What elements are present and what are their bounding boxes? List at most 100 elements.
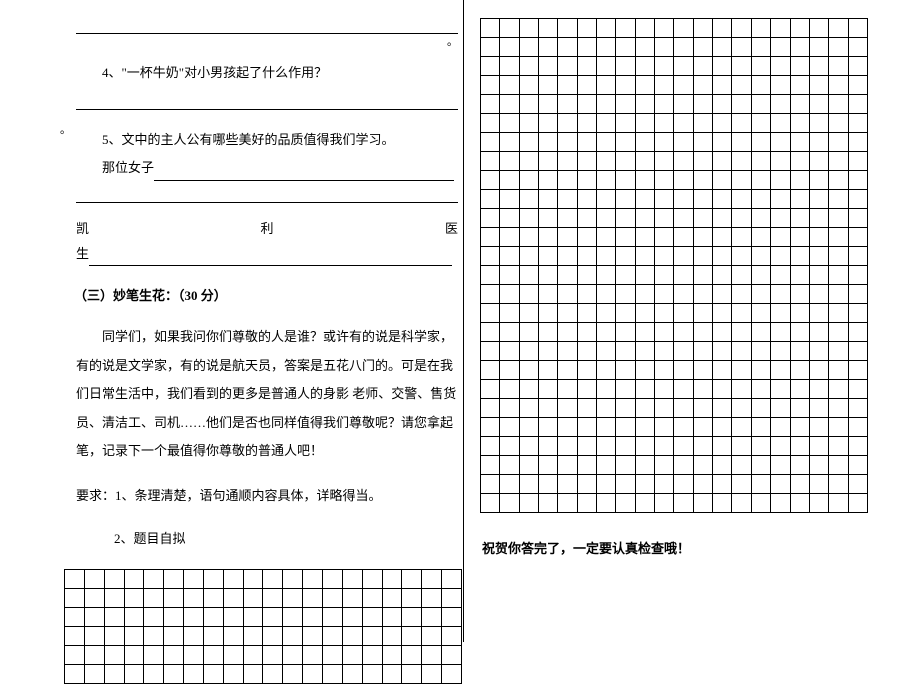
grid-cell [809, 342, 828, 361]
grid-cell [635, 171, 654, 190]
grid-cell [577, 228, 596, 247]
grid-cell [616, 171, 635, 190]
grid-cell [809, 437, 828, 456]
grid-cell [597, 456, 616, 475]
grid-cell [577, 304, 596, 323]
grid-cell [848, 190, 867, 209]
grid-cell [558, 57, 577, 76]
grid-cell [124, 646, 144, 665]
grid-cell [655, 399, 674, 418]
grid-cell [539, 152, 558, 171]
grid-cell [732, 57, 751, 76]
grid-cell [751, 209, 770, 228]
grid-cell [322, 646, 342, 665]
grid-cell [539, 133, 558, 152]
grid-cell [519, 266, 538, 285]
grid-cell [829, 171, 848, 190]
grid-cell [539, 228, 558, 247]
grid-cell [616, 456, 635, 475]
grid-cell [674, 19, 693, 38]
grid-cell [481, 285, 500, 304]
grid-cell [848, 342, 867, 361]
grid-cell [713, 494, 732, 513]
grid-cell [732, 76, 751, 95]
grid-cell [848, 57, 867, 76]
grid-cell [519, 190, 538, 209]
grid-cell [243, 570, 263, 589]
grid-cell [558, 133, 577, 152]
grid-cell [283, 665, 303, 684]
grid-cell [481, 133, 500, 152]
grid-cell [790, 228, 809, 247]
grid-cell [616, 57, 635, 76]
grid-cell [481, 380, 500, 399]
center-divider [463, 0, 464, 642]
grid-cell [519, 494, 538, 513]
grid-cell [500, 456, 519, 475]
grid-cell [500, 76, 519, 95]
grid-cell [771, 57, 790, 76]
grid-cell [674, 342, 693, 361]
grid-cell [829, 399, 848, 418]
writing-grid-right [480, 18, 868, 513]
grid-cell [809, 456, 828, 475]
grid-cell [693, 57, 712, 76]
grid-cell [790, 76, 809, 95]
grid-cell [342, 646, 362, 665]
grid-cell [655, 304, 674, 323]
grid-cell [674, 171, 693, 190]
grid-cell [84, 665, 104, 684]
grid-cell [442, 627, 462, 646]
grid-cell [519, 285, 538, 304]
grid-cell [829, 437, 848, 456]
grid-cell [442, 646, 462, 665]
grid-cell [577, 19, 596, 38]
grid-cell [223, 570, 243, 589]
grid-cell [809, 304, 828, 323]
grid-cell [362, 608, 382, 627]
grid-cell [577, 190, 596, 209]
grid-cell [442, 570, 462, 589]
grid-cell [616, 114, 635, 133]
grid-cell [283, 627, 303, 646]
grid-cell [422, 570, 442, 589]
grid-cell [263, 589, 283, 608]
grid-cell [790, 399, 809, 418]
grid-cell [577, 380, 596, 399]
grid-cell [303, 570, 323, 589]
grid-cell [809, 19, 828, 38]
grid-cell [597, 475, 616, 494]
grid-cell [674, 399, 693, 418]
grid-cell [635, 209, 654, 228]
grid-cell [422, 646, 442, 665]
grid-cell [303, 665, 323, 684]
grid-cell [539, 38, 558, 57]
grid-cell [655, 247, 674, 266]
grid-cell [558, 228, 577, 247]
grid-cell [829, 114, 848, 133]
grid-cell [539, 209, 558, 228]
grid-cell [771, 380, 790, 399]
grid-cell [342, 589, 362, 608]
grid-cell [597, 114, 616, 133]
grid-cell [558, 323, 577, 342]
grid-cell [635, 285, 654, 304]
grid-cell [751, 57, 770, 76]
grid-cell [263, 665, 283, 684]
grid-cell [790, 342, 809, 361]
grid-cell [500, 133, 519, 152]
grid-cell [263, 646, 283, 665]
grid-cell [732, 437, 751, 456]
kaili-char-3: 医 [445, 217, 458, 242]
grid-cell [713, 399, 732, 418]
grid-cell [809, 38, 828, 57]
grid-cell [597, 361, 616, 380]
grid-cell [848, 494, 867, 513]
grid-cell [713, 323, 732, 342]
grid-cell [751, 171, 770, 190]
grid-cell [539, 57, 558, 76]
grid-cell [655, 76, 674, 95]
grid-cell [693, 38, 712, 57]
grid-cell [558, 95, 577, 114]
grid-cell [829, 57, 848, 76]
